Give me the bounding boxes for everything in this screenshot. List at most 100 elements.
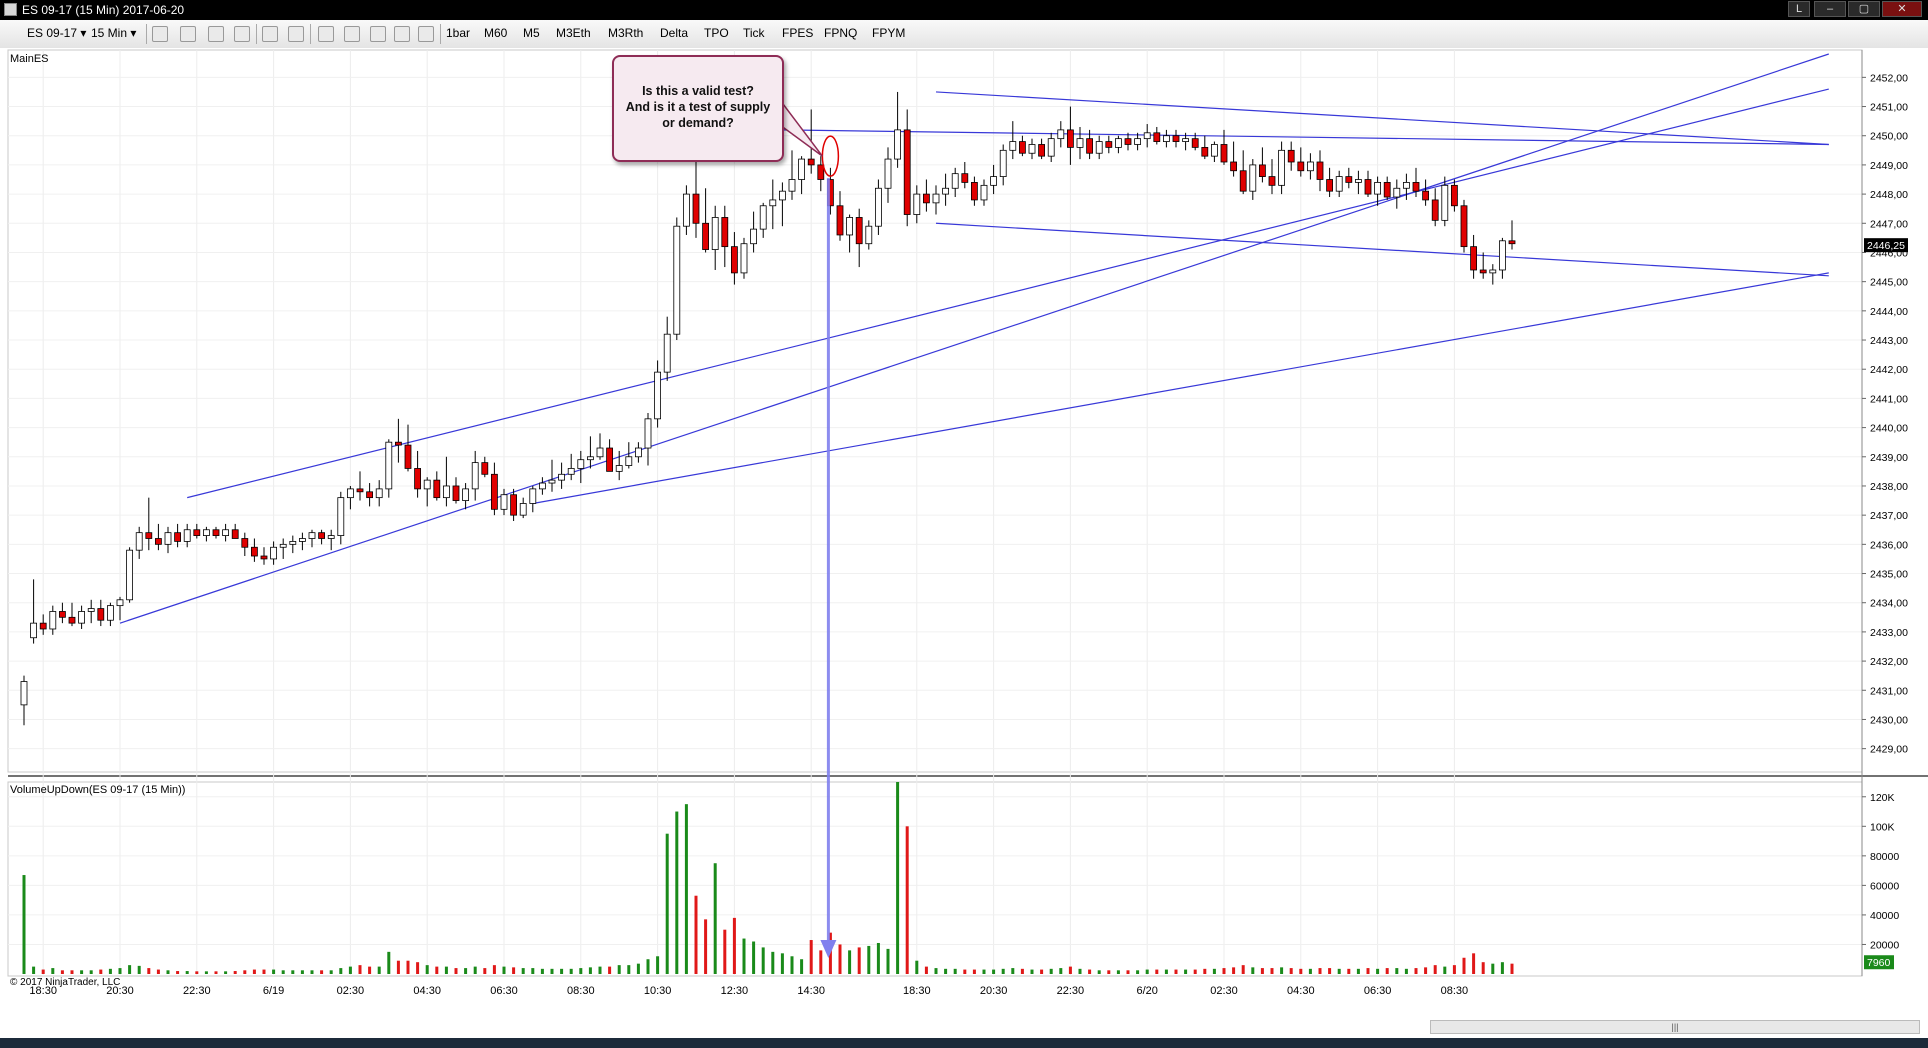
candle-body: [318, 532, 326, 539]
toolbar-button-fpym[interactable]: FPYM: [872, 26, 905, 40]
drawing-tool-icon[interactable]: [208, 26, 224, 42]
candle-body: [932, 193, 940, 204]
callout-line-1: Is this a valid test?: [642, 84, 754, 98]
volume-bar: [368, 966, 372, 974]
volume-bar: [1356, 968, 1360, 974]
candle-body: [1431, 199, 1439, 221]
toolbar-button-m3eth[interactable]: M3Eth: [556, 26, 591, 40]
candle-body: [1038, 144, 1045, 157]
link-button[interactable]: L: [1788, 1, 1810, 17]
toolbar-separator: [310, 24, 311, 44]
data-box-icon[interactable]: [370, 26, 386, 42]
candle-body: [1374, 182, 1381, 195]
toolbar-button-m5[interactable]: M5: [523, 26, 540, 40]
volume-bar: [60, 970, 64, 974]
toolbar-button-delta[interactable]: Delta: [660, 26, 688, 40]
volume-bar: [41, 969, 45, 974]
volume-bar: [22, 875, 26, 974]
toolbar-button-fpes[interactable]: FPES: [782, 26, 813, 40]
candle-body: [788, 179, 796, 192]
volume-bar: [1212, 968, 1216, 974]
indicators-icon[interactable]: [318, 26, 334, 42]
candle-body: [366, 491, 374, 499]
toolbar-button-m60[interactable]: M60: [484, 26, 507, 40]
candle-body: [1259, 164, 1266, 177]
candle-body: [212, 529, 220, 536]
candle-body: [731, 246, 738, 274]
candle-body: [1355, 179, 1362, 183]
candle-body: [1249, 164, 1257, 192]
candle-body: [1076, 138, 1084, 148]
volume-bar: [972, 969, 976, 974]
volume-bar: [732, 917, 736, 974]
candle-body: [39, 622, 47, 630]
price-tick-label: 2441,00: [1870, 393, 1908, 405]
volume-bar: [675, 811, 679, 974]
volume-bar: [1462, 957, 1466, 974]
candle-body: [913, 193, 921, 215]
candle-body: [471, 462, 479, 490]
volume-bar: [99, 969, 103, 974]
candle-body: [202, 529, 210, 536]
candle-body: [1182, 138, 1189, 142]
instrument-selector[interactable]: ES 09-17 ▾: [27, 26, 86, 40]
volume-panel-label: VolumeUpDown(ES 09-17 (15 Min)): [10, 784, 185, 796]
candle-body: [433, 479, 441, 499]
properties-icon[interactable]: [394, 26, 410, 42]
candle-body: [1316, 161, 1324, 180]
x-tick-label: 06:30: [490, 985, 518, 997]
interval-selector[interactable]: 15 Min ▾: [91, 26, 136, 40]
toolbar-button-tpo[interactable]: TPO: [704, 26, 729, 40]
candle-body: [740, 243, 748, 274]
chart-canvas[interactable]: 18:30 20:30 22:30 6/19 02:30 04:30 06:30 08:30 1…: [0, 48, 1928, 1020]
callout-line-2: And is it a test of supply: [625, 100, 771, 114]
minimize-button[interactable]: –: [1814, 1, 1846, 17]
candle-body: [644, 418, 652, 449]
candle-body: [1201, 146, 1209, 157]
volume-bar: [636, 963, 640, 974]
candle-body: [567, 468, 575, 475]
x-tick-label: 20:30: [980, 985, 1008, 997]
candle-body: [1028, 144, 1036, 154]
volume-bar: [1481, 962, 1485, 974]
zoom-icon[interactable]: [288, 26, 304, 42]
last-volume-label: 7960: [1867, 957, 1891, 969]
x-tick-label: 08:30: [567, 985, 595, 997]
toolbar-button-tick[interactable]: Tick: [743, 26, 765, 40]
volume-bar: [684, 804, 688, 974]
bar-style-icon[interactable]: [152, 26, 168, 42]
toolbar-button-m3rth[interactable]: M3Rth: [608, 26, 643, 40]
candle-body: [1364, 179, 1372, 195]
volume-bar: [915, 960, 919, 974]
template-icon[interactable]: [418, 26, 434, 42]
horizontal-scrollbar[interactable]: |||: [1430, 1020, 1920, 1034]
annotation-callout[interactable]: Is this a valid test? And is it a test o…: [612, 55, 784, 162]
toolbar-button-fpnq[interactable]: FPNQ: [824, 26, 857, 40]
candle-body: [298, 538, 306, 542]
close-button[interactable]: ✕: [1882, 1, 1922, 17]
volume-bar: [147, 968, 151, 974]
volume-bar: [243, 970, 247, 974]
pointer-icon[interactable]: [262, 26, 278, 42]
pencil-icon[interactable]: [180, 26, 196, 42]
candle-body: [1239, 170, 1247, 192]
candle-body: [1086, 138, 1093, 154]
candle-body: [673, 225, 681, 335]
crosshair-icon[interactable]: [234, 26, 250, 42]
candle-body: [865, 225, 873, 245]
volume-bar: [780, 953, 784, 974]
candle-body: [97, 608, 105, 621]
maximize-button[interactable]: ▢: [1848, 1, 1880, 17]
x-tick-label: 02:30: [1210, 985, 1238, 997]
candle-body: [1268, 176, 1276, 186]
price-tick-label: 2440,00: [1870, 423, 1908, 435]
volume-bar: [166, 970, 170, 974]
candle-body: [1307, 161, 1314, 172]
volume-bar: [1328, 968, 1332, 974]
strategies-icon[interactable]: [344, 26, 360, 42]
volume-bar: [1443, 966, 1447, 974]
toolbar-button-1bar[interactable]: 1bar: [446, 26, 470, 40]
taskbar: [0, 1038, 1928, 1048]
candle-body: [107, 605, 114, 621]
volume-bar: [905, 826, 909, 974]
